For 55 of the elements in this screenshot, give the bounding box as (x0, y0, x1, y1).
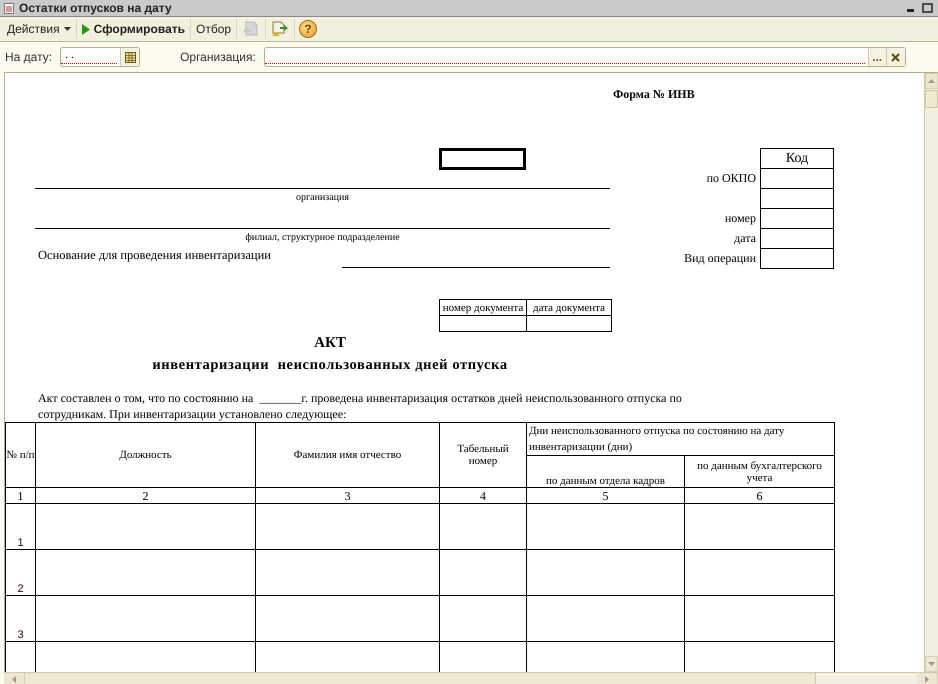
window-icon (4, 2, 14, 14)
column-header: № п/п (6, 422, 36, 488)
code-header: Код (760, 148, 834, 168)
calendar-icon[interactable] (124, 52, 136, 62)
form-number: Форма № ИНВ (613, 86, 695, 102)
play-icon (82, 24, 90, 34)
column-number: 2 (36, 488, 256, 504)
row-number: 2 (6, 550, 36, 596)
vertical-scrollbar[interactable] (924, 73, 938, 672)
act-subtitle: инвентаризации неиспользованных дней отпуска (152, 357, 508, 374)
act-title: АКТ (314, 335, 346, 353)
date-field[interactable]: . . (60, 47, 140, 67)
column-header: Табельный номер (440, 422, 526, 488)
filter-button[interactable]: Отбор (191, 19, 238, 39)
code-label: Вид операции (684, 251, 756, 265)
column-header: по данным бухгалтерского учета (684, 456, 834, 488)
scroll-left-icon[interactable] (12, 676, 16, 682)
field-label: Организация: (180, 50, 256, 64)
maximize-icon[interactable] (922, 3, 934, 13)
horizontal-scrollbar[interactable] (4, 672, 938, 684)
organization-field[interactable]: ... (264, 47, 906, 67)
column-number: 6 (684, 488, 834, 504)
document-arrow-icon[interactable] (271, 21, 290, 37)
column-header: дата документа (526, 300, 612, 316)
caret-icon (64, 27, 71, 31)
column-header: Фамилия имя отчество (256, 422, 440, 488)
line-caption: организация (296, 192, 349, 203)
help-button[interactable]: ? (299, 20, 318, 38)
clear-icon[interactable] (891, 52, 900, 62)
scroll-down-icon[interactable] (928, 662, 935, 666)
scroll-up-icon[interactable] (928, 79, 935, 83)
generate-button[interactable]: Сформировать (76, 19, 191, 39)
intro-paragraph: Акт составлен о том, что по состоянию на _______г. проведена инвентаризация остатков дней неиспользованного отпуска по сотрудникам. При инвентаризации установлено следующее: (38, 390, 683, 422)
code-label: дата (734, 231, 756, 245)
scroll-right-icon[interactable] (925, 676, 929, 682)
basis-label: Основание для проведения инвентаризации (38, 248, 271, 263)
actions-menu[interactable]: Действия (2, 19, 77, 39)
select-button[interactable]: ... (868, 48, 886, 66)
scroll-thumb[interactable] (925, 90, 938, 108)
code-label: номер (724, 211, 756, 225)
column-number: 5 (526, 488, 684, 504)
window-title: Остатки отпусков на дату (19, 1, 173, 15)
column-number: 1 (6, 488, 36, 504)
row-number: 3 (6, 596, 36, 642)
column-header: по данным отдела кадров (526, 456, 684, 488)
column-number: 4 (440, 488, 526, 504)
column-header: Дни неиспользованного отпуска по состоянию на дату инвентаризации (дни) (526, 422, 834, 456)
field-label: На дату: (5, 50, 52, 64)
scroll-thumb[interactable] (25, 673, 816, 684)
row-number: 1 (6, 504, 36, 550)
code-label: по ОКПО (706, 171, 756, 185)
column-header: Должность (36, 422, 256, 488)
line-caption: филиал, структурное подразделение (245, 232, 400, 243)
column-header: номер документа (440, 300, 526, 316)
column-number: 3 (256, 488, 440, 504)
